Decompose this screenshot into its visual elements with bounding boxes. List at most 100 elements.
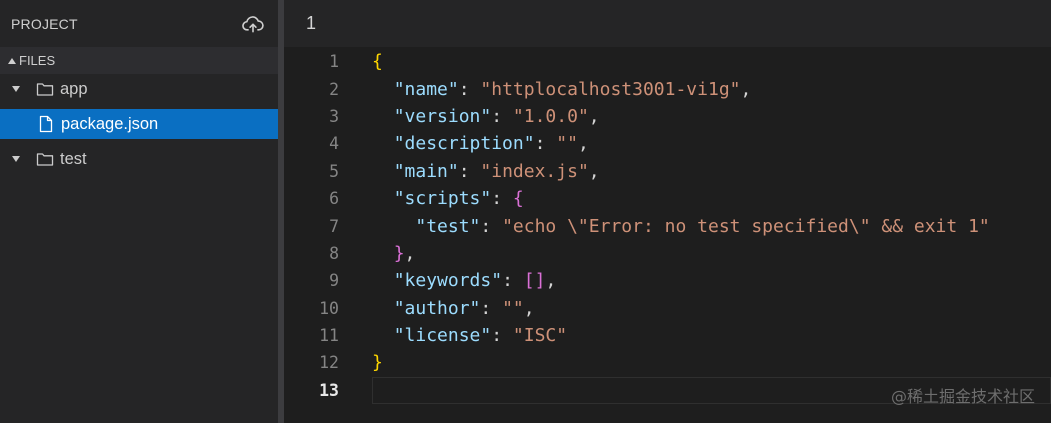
code-token: } — [393, 242, 405, 264]
code-token: { — [512, 188, 524, 210]
code-token: "echo \"Error: no test specified\" && ex… — [502, 215, 990, 237]
tree-item-label: app — [60, 79, 88, 98]
watermark: @稀土掘金技术社区 — [890, 387, 1035, 406]
line-content[interactable]: "scripts": { — [372, 185, 1051, 212]
code-line[interactable]: 1{ — [284, 48, 1051, 75]
code-token: "keywords" — [393, 270, 503, 292]
code-line[interactable]: 4 "description": "", — [284, 130, 1051, 157]
code-line[interactable]: 10 "author": "", — [284, 295, 1051, 322]
editor-tab[interactable]: 1 — [306, 13, 316, 34]
code-line[interactable]: 11 "license": "ISC" — [284, 322, 1051, 349]
line-number: 12 — [319, 353, 339, 373]
code-token: : — [480, 215, 503, 237]
line-number: 1 — [329, 52, 339, 72]
code-token: : — [480, 297, 503, 319]
code-token: "index.js" — [480, 160, 589, 182]
line-content[interactable]: "version": "1.0.0", — [372, 103, 1051, 130]
code-token: : — [458, 78, 481, 100]
code-token: : — [491, 188, 513, 210]
code-line[interactable]: 6 "scripts": { — [284, 185, 1051, 212]
code-token: : — [491, 325, 513, 347]
code-token: "1.0.0" — [512, 105, 589, 127]
code-token: "version" — [393, 105, 492, 127]
code-line[interactable]: 9 "keywords": [], — [284, 267, 1051, 294]
line-content[interactable]: "name": "httplocalhost3001-vi1g", — [372, 75, 1051, 102]
line-content[interactable]: "main": "index.js", — [372, 158, 1051, 185]
line-number: 4 — [329, 134, 339, 154]
tree-item-label: package.json — [61, 114, 159, 133]
code-token: "" — [502, 297, 524, 319]
line-number: 13 — [319, 380, 339, 400]
code-token: : — [458, 160, 481, 182]
line-content[interactable]: }, — [372, 240, 1051, 267]
line-content[interactable]: "keywords": [], — [372, 267, 1051, 294]
code-token: : — [502, 270, 524, 292]
folder-icon — [36, 153, 54, 166]
sidebar-title: PROJECT — [11, 15, 78, 32]
code-token: : — [534, 133, 557, 155]
tree-folder-app[interactable]: app — [0, 74, 278, 104]
line-number: 8 — [329, 243, 339, 263]
code-token: , — [588, 105, 600, 127]
line-content[interactable]: "test": "echo \"Error: no test specified… — [372, 212, 1051, 239]
line-number: 5 — [329, 161, 339, 181]
code-token: , — [523, 297, 535, 319]
line-content[interactable]: } — [372, 349, 1051, 376]
line-number: 6 — [329, 189, 339, 209]
code-token: { — [372, 51, 383, 73]
code-token: , — [404, 242, 416, 264]
code-token: } — [372, 352, 383, 374]
code-token: "description" — [393, 133, 535, 155]
line-content[interactable]: "author": "", — [372, 295, 1051, 322]
code-line[interactable]: 12} — [284, 349, 1051, 376]
code-area[interactable]: 1{2 "name": "httplocalhost3001-vi1g", 3 "… — [284, 47, 1051, 404]
code-token: "name" — [393, 78, 459, 100]
sidebar-header: PROJECT — [0, 0, 278, 47]
line-number: 11 — [319, 326, 339, 346]
line-number: 10 — [319, 298, 339, 318]
code-token: "httplocalhost3001-vi1g" — [480, 78, 741, 100]
code-token: , — [577, 133, 589, 155]
editor-tab-strip: 1 — [284, 0, 1051, 47]
code-line[interactable]: 5 "main": "index.js", — [284, 158, 1051, 185]
app-window: PROJECT FILES app package.json test 1 1 … — [0, 0, 1051, 423]
code-token: "" — [556, 133, 578, 155]
files-section-label: FILES — [19, 53, 56, 68]
code-token: "scripts" — [393, 188, 492, 210]
line-content[interactable]: "license": "ISC" — [372, 322, 1051, 349]
tree-item-label: test — [60, 149, 87, 168]
code-line[interactable]: 8 }, — [284, 240, 1051, 267]
line-content[interactable]: "description": "", — [372, 130, 1051, 157]
tree-folder-test[interactable]: test — [0, 144, 278, 174]
code-line[interactable]: 2 "name": "httplocalhost3001-vi1g", — [284, 75, 1051, 102]
code-line[interactable]: 3 "version": "1.0.0", — [284, 103, 1051, 130]
line-number: 2 — [329, 79, 339, 99]
code-token: "main" — [393, 160, 459, 182]
code-token: [] — [523, 270, 546, 292]
tree-file-package-json[interactable]: package.json — [0, 109, 278, 139]
chevron-down-icon — [12, 156, 20, 162]
line-number: 9 — [329, 271, 339, 291]
code-token: , — [545, 270, 557, 292]
chevron-down-icon — [12, 86, 20, 92]
caret-up-icon — [8, 57, 16, 64]
line-number: 3 — [329, 106, 339, 126]
files-section-header[interactable]: FILES — [0, 47, 278, 74]
line-content[interactable]: { — [372, 48, 1051, 75]
file-tree: app package.json test — [0, 74, 278, 174]
code-editor[interactable]: 1 1{2 "name": "httplocalhost3001-vi1g", 3… — [284, 0, 1051, 423]
cloud-upload-icon[interactable] — [242, 15, 264, 33]
code-token: "ISC" — [512, 325, 568, 347]
code-token: "author" — [393, 297, 481, 319]
line-number: 7 — [329, 216, 339, 236]
code-line[interactable]: 7 "test": "echo \"Error: no test specifi… — [284, 212, 1051, 239]
